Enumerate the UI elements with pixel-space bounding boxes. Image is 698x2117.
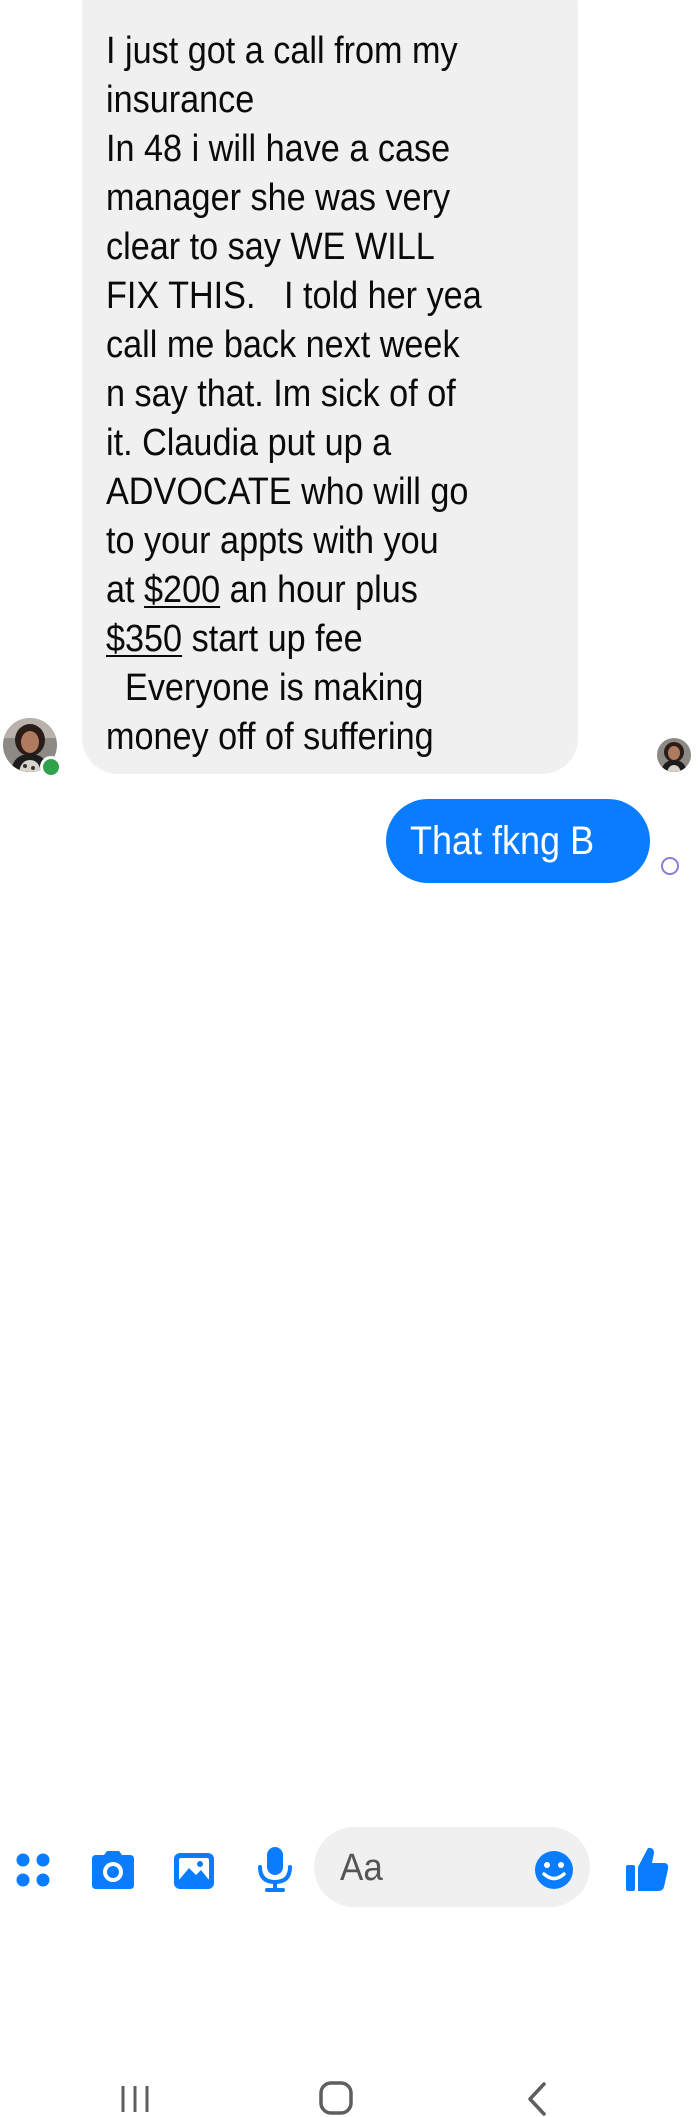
message-line: Everyone is making	[106, 667, 424, 709]
message-line: clear to say WE WILL	[106, 226, 435, 268]
message-thread: I just got a call from my insurance In 4…	[0, 0, 698, 905]
message-line: n say that. Im sick of of	[106, 373, 456, 415]
price-link-hourly[interactable]: $200	[144, 569, 220, 611]
gallery-icon[interactable]	[172, 1851, 216, 1891]
back-icon[interactable]	[524, 2081, 552, 2117]
message-line: call me back next week	[106, 324, 460, 366]
message-line: manager she was very	[106, 177, 451, 219]
sent-status-icon	[661, 857, 679, 875]
message-line-suffix: an hour plus	[220, 569, 418, 611]
message-line: FIX THIS. I told her yea	[106, 275, 482, 317]
recent-apps-icon[interactable]	[118, 2082, 152, 2116]
incoming-message-text: I just got a call from my insurance In 4…	[106, 27, 522, 762]
message-line: it. Claudia put up a	[106, 422, 392, 464]
message-line: insurance	[106, 79, 255, 121]
message-input-placeholder: Aa	[340, 1847, 383, 1889]
seen-indicator-avatar	[657, 738, 691, 772]
system-navigation-bar	[0, 1030, 698, 2116]
message-line-suffix: start up fee	[182, 618, 363, 660]
camera-icon[interactable]	[90, 1849, 136, 1893]
online-status-dot	[40, 756, 62, 778]
emoji-icon[interactable]	[533, 1849, 575, 1891]
outgoing-message-text: That fkng B	[410, 819, 595, 863]
seen-avatar-image	[657, 738, 691, 772]
message-line: to your appts with you	[106, 520, 439, 562]
home-icon[interactable]	[318, 2080, 354, 2116]
message-line-prefix: at	[106, 569, 145, 611]
microphone-icon[interactable]	[255, 1845, 295, 1893]
thumbs-up-icon[interactable]	[624, 1845, 670, 1893]
message-line: I just got a call from my	[106, 30, 458, 72]
price-link-startup[interactable]: $350	[106, 618, 182, 660]
more-actions-icon[interactable]	[14, 1851, 54, 1891]
message-line: money off of suffering	[106, 716, 434, 758]
message-line: In 48 i will have a case	[106, 128, 451, 170]
message-composer: Aa	[0, 905, 698, 1907]
message-line: ADVOCATE who will go	[106, 471, 469, 513]
